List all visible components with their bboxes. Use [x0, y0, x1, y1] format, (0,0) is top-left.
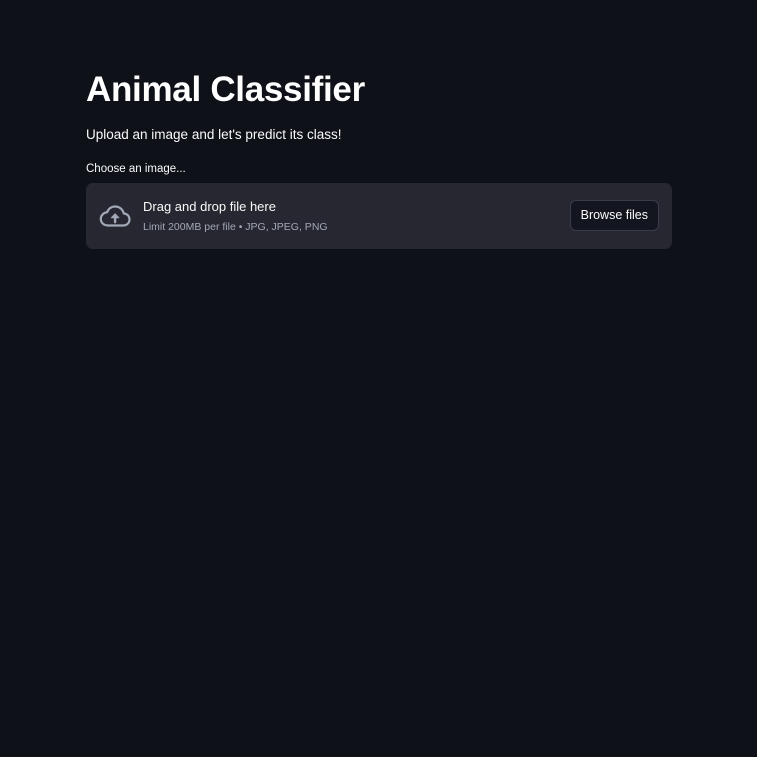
cloud-upload-icon [99, 203, 131, 229]
file-uploader-label: Choose an image... [86, 163, 186, 175]
page-title: Animal Classifier [86, 70, 365, 109]
browse-files-button[interactable]: Browse files [569, 200, 659, 231]
file-dropzone[interactable]: Drag and drop file here Limit 200MB per … [86, 183, 672, 249]
dropzone-instructions: Drag and drop file here Limit 200MB per … [143, 199, 328, 234]
dropzone-file-limit: Limit 200MB per file • JPG, JPEG, PNG [143, 221, 328, 233]
app-root: Animal Classifier Upload an image and le… [0, 0, 757, 757]
dropzone-title: Drag and drop file here [143, 199, 276, 214]
page-subtitle: Upload an image and let's predict its cl… [86, 127, 342, 142]
